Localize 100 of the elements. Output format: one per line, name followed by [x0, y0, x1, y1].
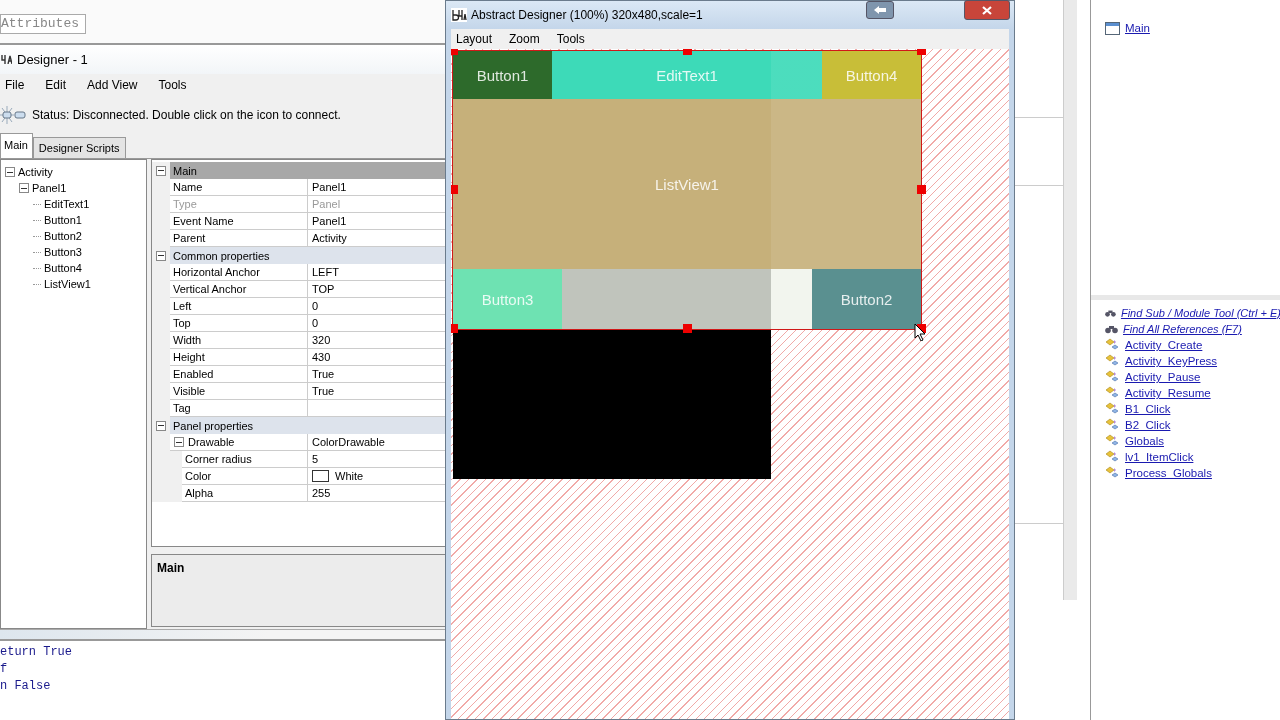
code-line: n False [0, 678, 52, 695]
description-title: Main [157, 561, 185, 575]
tree-item[interactable]: ListView1 [44, 278, 91, 290]
property-row[interactable]: Vertical Anchor TOP [152, 281, 446, 298]
property-name: Type [173, 198, 197, 210]
property-value[interactable]: Activity [312, 232, 347, 244]
property-name: Parent [173, 232, 206, 244]
menu-item[interactable]: Tools [153, 78, 195, 92]
tree-line [33, 235, 41, 237]
property-row[interactable]: Visible True [152, 383, 446, 400]
back-button[interactable] [866, 1, 894, 19]
property-value[interactable]: 0 [312, 317, 319, 329]
collapse-icon[interactable] [174, 437, 184, 447]
menu-item[interactable]: Add View [82, 78, 146, 92]
tree-item[interactable]: Button4 [44, 262, 82, 274]
property-row[interactable]: Height 430 [152, 349, 446, 366]
property-row[interactable]: Name Panel1 [152, 179, 446, 196]
window-title: Abstract Designer (100%) 320x480,scale=1 [471, 8, 703, 22]
property-row[interactable]: Width 320 [152, 332, 446, 349]
property-name: Width [173, 334, 202, 346]
splitter[interactable] [0, 629, 447, 641]
property-value[interactable]: 0 [312, 300, 319, 312]
menu-item[interactable]: File [0, 78, 33, 92]
sub-link[interactable]: lv1_ItemClick [1125, 451, 1194, 463]
property-name: Top [173, 317, 191, 329]
menu-item[interactable]: Zoom [504, 32, 548, 46]
tab[interactable]: Main [0, 133, 33, 158]
sub-icon [1105, 466, 1120, 480]
tree-item[interactable]: Button1 [44, 214, 82, 226]
resize-handle[interactable] [683, 324, 692, 333]
sub-link[interactable]: Activity_KeyPress [1125, 355, 1218, 367]
property-name: Tag [173, 402, 191, 414]
property-name: Vertical Anchor [173, 283, 247, 295]
button-view[interactable]: Button1 [453, 51, 552, 99]
collapse-icon[interactable] [156, 250, 166, 261]
connection-icon[interactable] [0, 105, 28, 124]
tree-item[interactable]: Activity [18, 166, 53, 178]
property-row[interactable]: Color White [152, 468, 446, 485]
tool-link[interactable]: Find Sub / Module Tool (Ctrl + E) [1120, 307, 1280, 319]
property-value[interactable]: White [335, 470, 364, 482]
property-value[interactable]: ColorDrawable [312, 436, 385, 448]
tab[interactable]: Designer Scripts [32, 137, 126, 158]
property-value[interactable]: 320 [312, 334, 331, 346]
property-row[interactable]: Alpha 255 [152, 485, 446, 502]
property-name: Alpha [185, 487, 214, 499]
sub-link[interactable]: B1_Click [1125, 403, 1171, 415]
property-row[interactable]: Drawable ColorDrawable [152, 434, 446, 451]
property-name: Left [173, 300, 192, 312]
property-value[interactable]: LEFT [312, 266, 339, 278]
property-value[interactable]: Panel1 [312, 181, 347, 193]
property-value[interactable]: Panel1 [312, 215, 347, 227]
menu-item[interactable]: Edit [40, 78, 75, 92]
close-button[interactable] [964, 0, 1010, 20]
sub-link[interactable]: B2_Click [1125, 419, 1171, 431]
collapse-icon[interactable] [5, 167, 15, 177]
menu-item[interactable]: Layout [451, 32, 501, 46]
property-row[interactable]: Corner radius 5 [152, 451, 446, 468]
property-row[interactable]: Top 0 [152, 315, 446, 332]
design-canvas[interactable]: Button1 EditText1 Button4 ListView1 Button3 Button2 [451, 49, 1009, 719]
tree-item[interactable]: Panel1 [32, 182, 67, 194]
menu-item[interactable]: Tools [551, 32, 593, 46]
sub-link[interactable]: Activity_Pause [1125, 371, 1201, 383]
attributes-field[interactable]: Attributes [0, 14, 86, 34]
property-name: Visible [173, 385, 206, 397]
sub-link[interactable]: Activity_Create [1125, 339, 1203, 351]
sub-link[interactable]: Process_Globals [1125, 467, 1212, 479]
tree-item[interactable]: Button3 [44, 246, 82, 258]
color-swatch [312, 470, 329, 482]
resize-handle[interactable] [451, 324, 458, 333]
sub-icon [1105, 386, 1120, 400]
property-row[interactable]: Event Name Panel1 [152, 213, 446, 230]
property-value[interactable]: True [312, 385, 335, 397]
property-value[interactable]: 5 [312, 453, 319, 465]
sub-link[interactable]: Activity_Resume [1125, 387, 1211, 399]
property-value[interactable]: 430 [312, 351, 331, 363]
sub-icon [1105, 418, 1120, 432]
property-row[interactable]: Left 0 [152, 298, 446, 315]
property-value[interactable]: TOP [312, 283, 335, 295]
property-row[interactable]: Enabled True [152, 366, 446, 383]
binoculars-icon [1105, 324, 1118, 334]
collapse-icon[interactable] [19, 183, 29, 193]
property-value[interactable]: True [312, 368, 335, 380]
property-row[interactable]: Horizontal Anchor LEFT [152, 264, 446, 281]
sub-link[interactable]: Globals [1125, 435, 1164, 447]
tool-link[interactable]: Find All References (F7) [1123, 323, 1242, 335]
window-title: Designer - 1 [17, 52, 88, 67]
tree-item[interactable]: Button2 [44, 230, 82, 242]
panel-view[interactable]: Button1 EditText1 Button4 ListView1 Button3 Button2 [453, 51, 921, 329]
property-value[interactable]: 255 [312, 487, 331, 499]
binoculars-icon [1105, 308, 1116, 318]
property-name: Horizontal Anchor [173, 266, 260, 278]
module-link[interactable]: Main [1125, 22, 1150, 34]
resize-handle[interactable] [917, 185, 926, 194]
collapse-icon[interactable] [156, 165, 166, 176]
code-editor[interactable]: eturn True f n False [0, 641, 447, 720]
scrollbar[interactable] [1063, 0, 1077, 600]
resize-handle[interactable] [451, 185, 458, 194]
tree-item[interactable]: EditText1 [44, 198, 90, 210]
code-line: eturn True [0, 644, 73, 661]
collapse-icon[interactable] [156, 420, 166, 431]
